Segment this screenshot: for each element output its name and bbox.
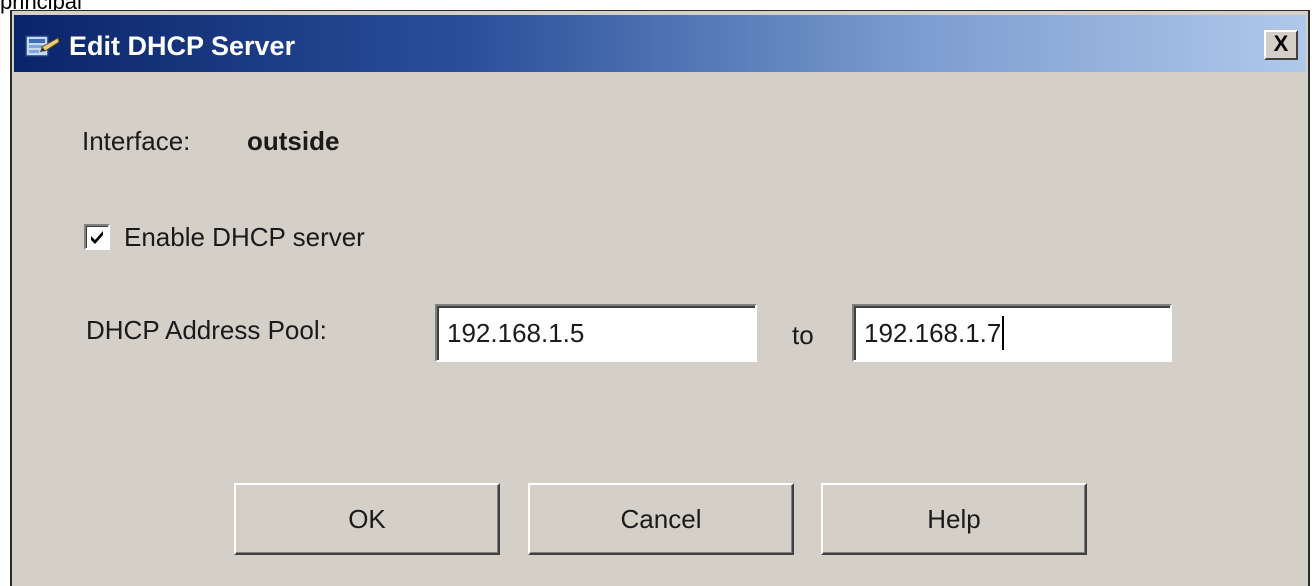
window-title: Edit DHCP Server xyxy=(69,31,296,61)
pool-separator-label: to xyxy=(792,320,814,350)
close-button[interactable]: X xyxy=(1264,30,1298,60)
pool-label: DHCP Address Pool: xyxy=(86,315,327,345)
title-bar[interactable]: Edit DHCP Server X xyxy=(14,15,1306,72)
pool-end-value: 192.168.1.7 xyxy=(864,318,1002,348)
dhcp-server-icon xyxy=(25,33,61,61)
interface-label: Interface: xyxy=(82,126,191,156)
pool-start-input[interactable]: 192.168.1.5 xyxy=(435,304,757,362)
pool-start-value: 192.168.1.5 xyxy=(447,318,585,348)
ok-button[interactable]: OK xyxy=(234,483,500,555)
cancel-button[interactable]: Cancel xyxy=(528,483,794,555)
checkmark-icon xyxy=(91,231,103,244)
enable-dhcp-label[interactable]: Enable DHCP server xyxy=(124,222,365,252)
enable-dhcp-checkbox[interactable] xyxy=(84,224,110,250)
text-cursor xyxy=(1002,316,1005,351)
interface-value: outside xyxy=(247,126,340,156)
close-icon: X xyxy=(1273,31,1289,56)
edit-dhcp-server-dialog: Edit DHCP Server X Interface: outside En… xyxy=(10,10,1310,586)
help-button[interactable]: Help xyxy=(821,483,1087,555)
pool-end-input[interactable]: 192.168.1.7 xyxy=(852,304,1172,362)
